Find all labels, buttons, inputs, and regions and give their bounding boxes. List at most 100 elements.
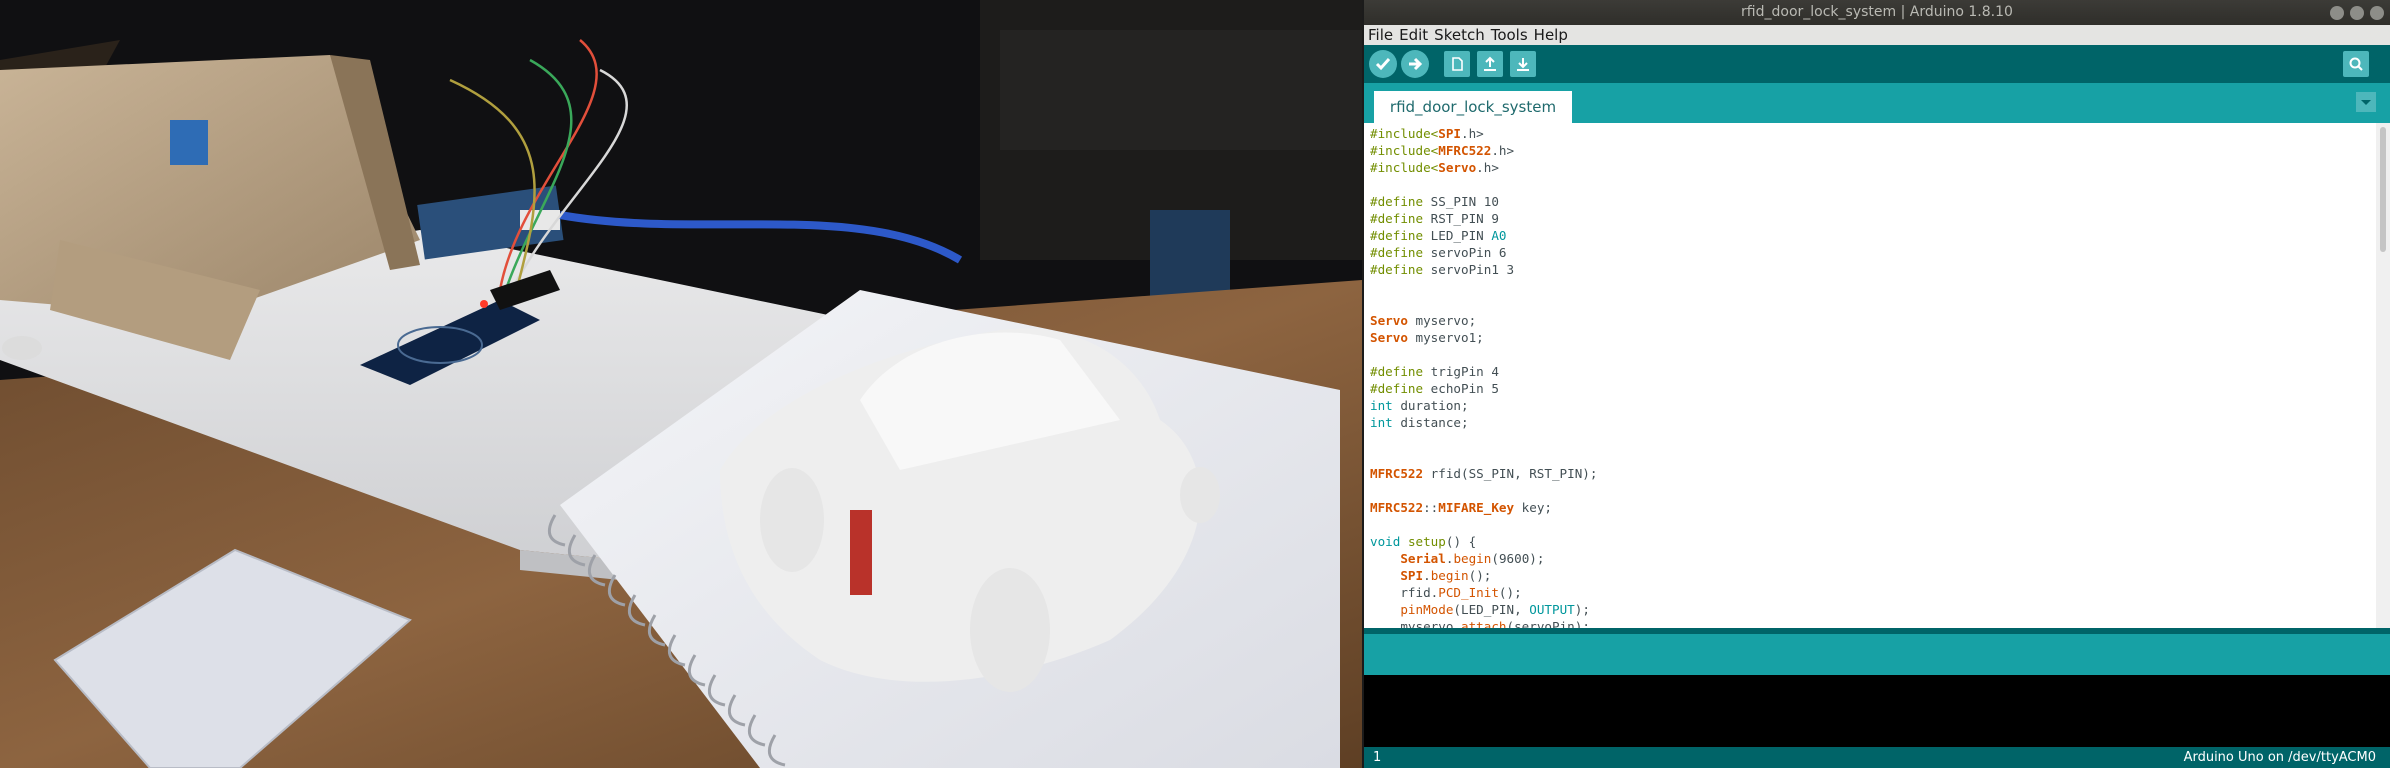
code-line: #define servoPin1 3 — [1370, 261, 1597, 278]
close-button[interactable] — [2370, 6, 2384, 20]
mouse — [2, 336, 42, 360]
code-line: #define RST_PIN 9 — [1370, 210, 1597, 227]
code-line: Servo myservo; — [1370, 312, 1597, 329]
new-button[interactable] — [1444, 51, 1470, 77]
status-bar: 1 Arduino Uno on /dev/ttyACM0 — [1364, 747, 2390, 768]
servo-motor — [170, 120, 208, 165]
code-line: int duration; — [1370, 397, 1597, 414]
code-token: myservo; — [1407, 313, 1477, 328]
minimize-button[interactable] — [2330, 6, 2344, 20]
magnifier-icon — [2349, 57, 2363, 71]
verify-icon — [1375, 58, 1391, 71]
menu-file[interactable]: File — [1364, 25, 1396, 45]
code-token: rfid(SS_PIN, RST_PIN); — [1423, 466, 1598, 481]
menu-tools[interactable]: Tools — [1488, 25, 1531, 45]
chevron-down-icon — [2361, 100, 2371, 105]
menu-sketch[interactable]: Sketch — [1431, 25, 1488, 45]
upload-icon — [1409, 57, 1423, 71]
code-token: myservo1; — [1407, 330, 1484, 345]
code-token: #define — [1370, 194, 1424, 209]
verify-button[interactable] — [1369, 50, 1397, 78]
save-button[interactable] — [1510, 51, 1536, 77]
code-token: MFRC522 — [1370, 500, 1424, 515]
code-token: void — [1370, 534, 1401, 549]
code-token: OUTPUT — [1529, 602, 1575, 617]
background-arduino-board — [1150, 210, 1230, 300]
background-keyboard — [1000, 30, 1362, 150]
code-token: #define — [1370, 262, 1424, 277]
code-editor[interactable]: #include<SPI.h> #include<MFRC522.h> #inclu… — [1364, 123, 2376, 628]
maximize-button[interactable] — [2350, 6, 2364, 20]
editor-scrollbar[interactable] — [2376, 123, 2390, 628]
code-token: MIFARE_Key — [1438, 500, 1515, 515]
code-line: #define servoPin 6 — [1370, 244, 1597, 261]
code-token: rfid. — [1370, 585, 1439, 600]
status-board-info: Arduino Uno on /dev/ttyACM0 — [2183, 750, 2376, 765]
code-line: SPI.begin(); — [1370, 567, 1597, 584]
code-token: LED_PIN — [1423, 228, 1492, 243]
message-area — [1364, 628, 2390, 675]
code-line: #define echoPin 5 — [1370, 380, 1597, 397]
menu-help[interactable]: Help — [1531, 25, 1571, 45]
code-token: () { — [1445, 534, 1477, 549]
camera-feed-view — [0, 0, 1362, 768]
console-output — [1364, 675, 2390, 747]
code-token: begin — [1453, 551, 1492, 566]
code-token: begin — [1430, 568, 1469, 583]
tab-rfid-door-lock-system[interactable]: rfid_door_lock_system — [1374, 91, 1572, 123]
code-token: attach — [1461, 619, 1507, 628]
code-token: key; — [1514, 500, 1552, 515]
code-token: :: — [1423, 500, 1439, 515]
code-token: (); — [1498, 585, 1522, 600]
open-button[interactable] — [1477, 51, 1503, 77]
code-token: #define — [1370, 245, 1424, 260]
save-icon — [1517, 58, 1529, 71]
code-token: SS_PIN 10 — [1423, 194, 1499, 209]
code-line: #define LED_PIN A0 — [1370, 227, 1597, 244]
code-line: #define SS_PIN 10 — [1370, 193, 1597, 210]
led-indicator — [480, 300, 488, 308]
code-token: .h> — [1491, 143, 1515, 158]
code-line: #include<MFRC522.h> — [1370, 142, 1597, 159]
scrollbar-thumb[interactable] — [2380, 127, 2386, 252]
code-token: #define — [1370, 364, 1424, 379]
code-line: int distance; — [1370, 414, 1597, 431]
tab-menu-button[interactable] — [2356, 92, 2376, 112]
tab-strip: rfid_door_lock_system — [1364, 83, 2390, 123]
serial-monitor-button[interactable] — [2343, 51, 2369, 77]
arduino-ide-window: rfid_door_lock_system | Arduino 1.8.10 F… — [1364, 0, 2390, 768]
code-token: RST_PIN 9 — [1423, 211, 1499, 226]
code-token: (9600); — [1491, 551, 1545, 566]
code-token: (LED_PIN, — [1453, 602, 1530, 617]
code-token: Servo — [1438, 160, 1477, 175]
code-line: MFRC522::MIFARE_Key key; — [1370, 499, 1597, 516]
code-line: Serial.begin(9600); — [1370, 550, 1597, 567]
code-line: #include<SPI.h> — [1370, 125, 1597, 142]
code-line: myservo.attach(servoPin); — [1370, 618, 1597, 628]
code-token: duration; — [1392, 398, 1469, 413]
code-token: myservo. — [1370, 619, 1461, 628]
code-token: distance; — [1392, 415, 1469, 430]
code-token: servoPin1 3 — [1423, 262, 1515, 277]
code-token: #include< — [1370, 160, 1439, 175]
code-token: pinMode — [1400, 602, 1454, 617]
code-token: #define — [1370, 211, 1424, 226]
code-token: ); — [1574, 602, 1590, 617]
code-token: servoPin 6 — [1423, 245, 1507, 260]
code-line: #include<Servo.h> — [1370, 159, 1597, 176]
code-line: MFRC522 rfid(SS_PIN, RST_PIN); — [1370, 465, 1597, 482]
code-token: echoPin 5 — [1423, 381, 1499, 396]
code-token: #include< — [1370, 126, 1439, 141]
menu-edit[interactable]: Edit — [1396, 25, 1431, 45]
code-token: Servo — [1370, 330, 1408, 345]
upload-button[interactable] — [1401, 50, 1429, 78]
menu-bar: File Edit Sketch Tools Help — [1364, 25, 2390, 45]
code-line: #define trigPin 4 — [1370, 363, 1597, 380]
new-icon — [1452, 57, 1463, 71]
